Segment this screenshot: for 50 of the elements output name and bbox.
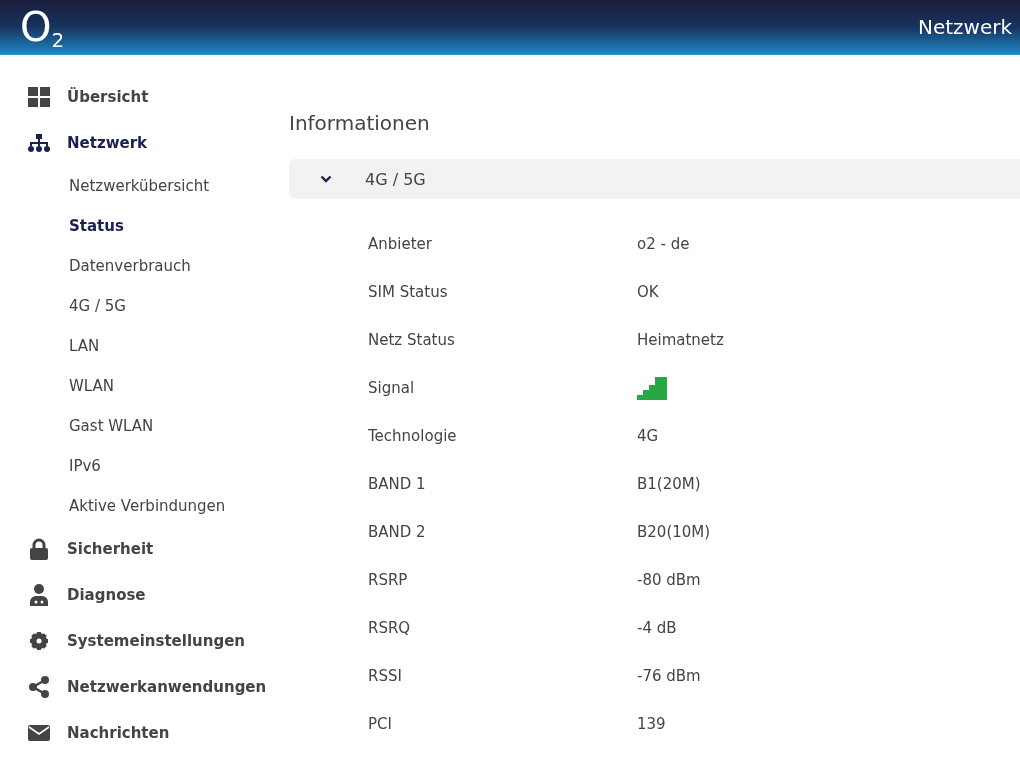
- person-icon: [28, 584, 50, 606]
- submenu-item[interactable]: IPv6: [0, 446, 280, 486]
- field-value: B20(10M): [637, 523, 711, 541]
- sidebar-item[interactable]: Netzwerk: [0, 120, 280, 166]
- gear-icon: [28, 631, 50, 651]
- submenu-item[interactable]: LAN: [0, 326, 280, 366]
- field-label: Technologie: [368, 427, 458, 445]
- page-title: Netzwerk: [917, 15, 1012, 39]
- sidebar-item[interactable]: Nachrichten: [0, 710, 280, 756]
- field-label: Signal: [368, 379, 416, 397]
- network-icon: [28, 134, 50, 152]
- grid-icon: [28, 87, 50, 107]
- signal-bars-icon: [637, 376, 667, 400]
- sidebar-item[interactable]: Diagnose: [0, 572, 280, 618]
- sidebar-item[interactable]: Systemeinstellungen: [0, 618, 280, 664]
- field-value: -80 dBm: [637, 571, 701, 589]
- field-label: Netz Status: [368, 331, 456, 349]
- submenu-item[interactable]: 4G / 5G: [0, 286, 280, 326]
- field-label: RSRQ: [368, 619, 412, 637]
- field-value: 4G: [637, 427, 659, 445]
- sidebar-item[interactable]: Übersicht: [0, 74, 280, 120]
- submenu-item[interactable]: WLAN: [0, 366, 280, 406]
- chevron-icon: [320, 175, 332, 183]
- field-value: OK: [637, 283, 659, 301]
- lock-icon: [28, 538, 50, 560]
- logo: O$_{2}$: [20, 6, 65, 50]
- sidebar-item[interactable]: Netzwerkanwendungen: [0, 664, 280, 710]
- submenu-item[interactable]: Datenverbrauch: [0, 246, 280, 286]
- submenu-item[interactable]: Netzwerkübersicht: [0, 166, 280, 206]
- accordion-header[interactable]: 4G / 5G: [289, 159, 1020, 199]
- submenu-item[interactable]: Status: [0, 206, 280, 246]
- section-heading: Informationen: [289, 110, 431, 136]
- field-value: o2 - de: [637, 235, 690, 253]
- field-value: -76 dBm: [637, 667, 701, 685]
- field-label: Anbieter: [368, 235, 433, 253]
- share-icon: [28, 676, 50, 698]
- submenu-item[interactable]: Aktive Verbindungen: [0, 486, 280, 526]
- field-value: Heimatnetz: [637, 331, 724, 349]
- field-label: RSRP: [368, 571, 409, 589]
- field-label: PCI: [368, 715, 393, 733]
- field-label: BAND 1: [368, 475, 427, 493]
- mail-icon: [28, 725, 50, 741]
- field-label: RSSI: [368, 667, 403, 685]
- field-label: SIM Status: [368, 283, 449, 301]
- field-value: B1(20M): [637, 475, 701, 493]
- submenu-item[interactable]: Gast WLAN: [0, 406, 280, 446]
- sidebar-item[interactable]: Sicherheit: [0, 526, 280, 572]
- field-value: -4 dB: [637, 619, 677, 637]
- field-label: BAND 2: [368, 523, 427, 541]
- field-value: 139: [637, 715, 666, 733]
